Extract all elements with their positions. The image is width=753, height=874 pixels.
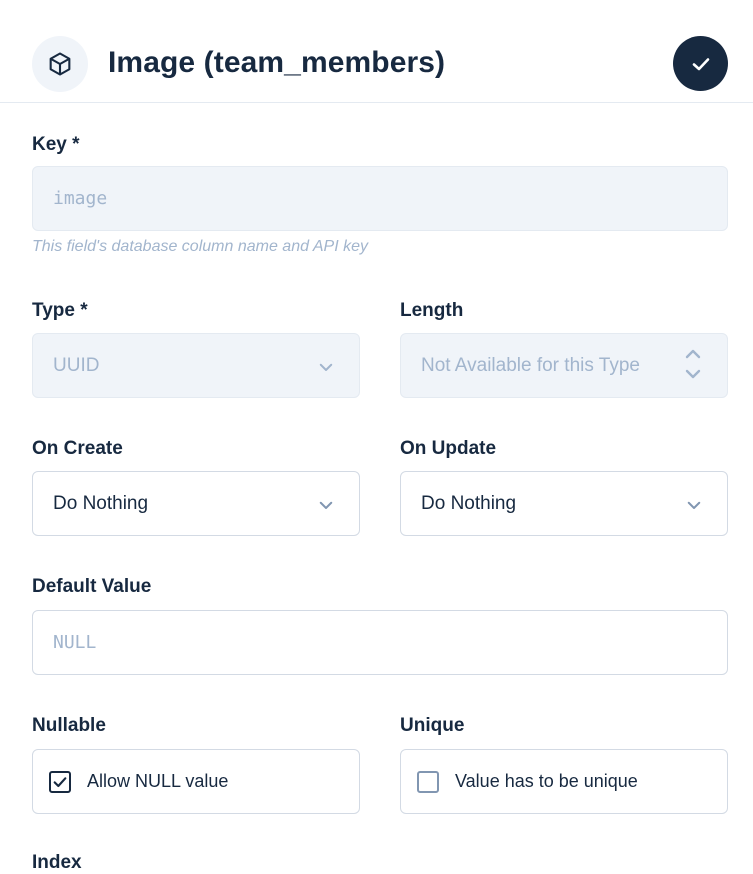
type-select[interactable]: UUID — [32, 333, 360, 398]
cube-icon — [32, 36, 88, 92]
nullable-checkbox-label: Allow NULL value — [87, 771, 229, 791]
length-stepper[interactable] — [685, 348, 701, 380]
chevron-down-icon — [319, 501, 333, 509]
nullable-label: Nullable — [32, 715, 106, 736]
on-update-label: On Update — [400, 438, 497, 459]
drawer-header: Image (team_members) — [0, 0, 753, 103]
on-update-select[interactable]: Do Nothing — [400, 471, 728, 536]
checkbox-checked-icon[interactable] — [49, 770, 71, 793]
chevron-down-icon[interactable] — [685, 368, 701, 380]
length-input[interactable]: Not Available for this Type — [400, 333, 728, 398]
unique-checkbox[interactable]: Value has to be unique — [400, 749, 728, 814]
save-button[interactable] — [673, 36, 728, 91]
on-create-value: Do Nothing — [53, 492, 149, 514]
length-value: Not Available for this Type — [421, 354, 640, 376]
on-create-label: On Create — [32, 438, 123, 459]
chevron-down-icon — [319, 363, 333, 371]
type-value: UUID — [53, 354, 100, 376]
on-update-value: Do Nothing — [421, 492, 517, 514]
key-hint: This field's database column name and AP… — [32, 238, 368, 255]
length-label: Length — [400, 300, 464, 321]
key-value: image — [53, 188, 108, 209]
default-value-placeholder: NULL — [53, 632, 97, 653]
unique-checkbox-label: Value has to be unique — [455, 771, 638, 791]
unique-label: Unique — [400, 715, 465, 736]
key-label: Key * — [32, 134, 80, 155]
check-icon — [692, 57, 709, 70]
nullable-checkbox[interactable]: Allow NULL value — [32, 749, 360, 814]
chevron-up-icon[interactable] — [685, 348, 701, 360]
type-label: Type * — [32, 300, 88, 321]
chevron-down-icon — [687, 501, 701, 509]
on-create-select[interactable]: Do Nothing — [32, 471, 360, 536]
page-title: Image (team_members) — [108, 46, 446, 79]
key-input[interactable]: image — [32, 166, 728, 231]
index-label: Index — [32, 852, 82, 873]
checkbox-unchecked-icon[interactable] — [417, 770, 439, 793]
default-value-label: Default Value — [32, 576, 152, 597]
default-value-input[interactable]: NULL — [32, 610, 728, 675]
